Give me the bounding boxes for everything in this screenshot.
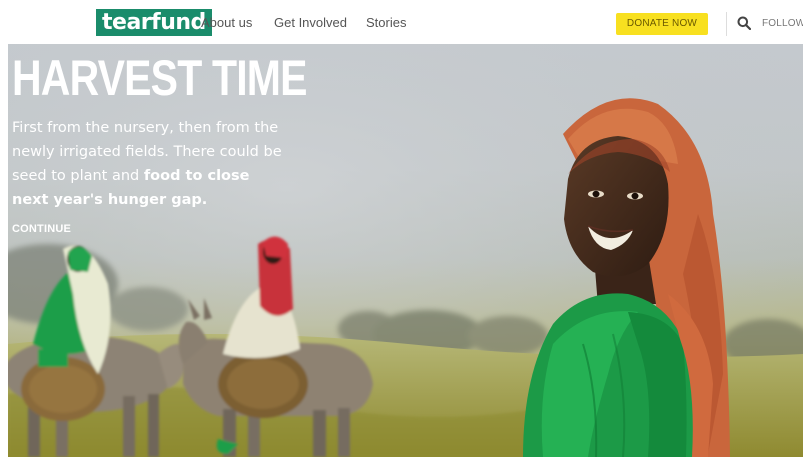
nav-link-stories[interactable]: Stories xyxy=(366,15,406,30)
nav-link-get-involved[interactable]: Get Involved xyxy=(274,15,347,30)
hero-banner: HARVEST TIME First from the nursery, the… xyxy=(8,44,803,457)
nav-link-about-us[interactable]: About us xyxy=(201,15,252,30)
follow-link[interactable]: FOLLOW xyxy=(762,18,803,29)
nav-divider xyxy=(726,12,727,36)
tearfund-logo[interactable]: tearfund xyxy=(96,9,212,36)
donate-now-button[interactable]: DONATE NOW xyxy=(616,13,708,35)
search-icon[interactable] xyxy=(737,16,751,30)
hero-body: First from the nursery, then from the ne… xyxy=(12,116,282,212)
hero-text-block: HARVEST TIME First from the nursery, the… xyxy=(12,50,307,237)
top-nav: tearfund About us Get Involved Stories D… xyxy=(0,0,803,44)
hero-title: HARVEST TIME xyxy=(12,50,307,106)
continue-link[interactable]: CONTINUE xyxy=(12,223,71,235)
